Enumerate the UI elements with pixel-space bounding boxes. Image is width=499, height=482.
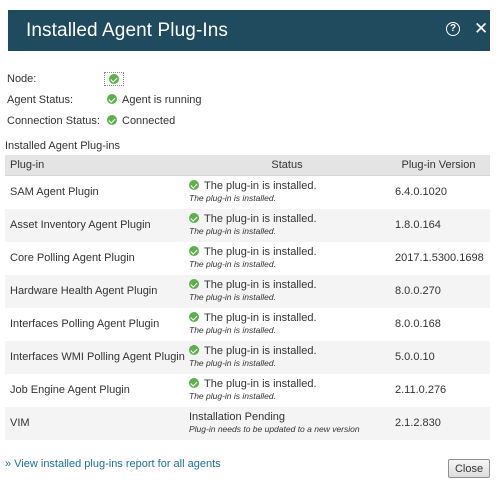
check-icon (189, 378, 199, 388)
status-detail: Plug-in needs to be updated to a new ver… (189, 424, 360, 434)
dialog-titlebar: Installed Agent Plug-Ins ? ✕ (8, 10, 490, 51)
status-text: The plug-in is installed. (204, 378, 317, 390)
status-text: The plug-in is installed. (204, 213, 317, 225)
status-text: The plug-in is installed. (204, 180, 317, 193)
check-icon (189, 213, 199, 223)
close-button[interactable]: Close (448, 459, 490, 478)
plugin-version: 6.4.0.1020 (395, 186, 447, 199)
column-header-status[interactable]: Status (187, 155, 387, 176)
table-row[interactable]: VIM Installation Pending Plug-in needs to … (5, 406, 490, 440)
connection-status-label: Connection Status: (7, 115, 100, 127)
status-line: Installation Pending (189, 411, 387, 424)
table-header-row: Plug-in Status Plug-in Version (5, 155, 490, 176)
table-row[interactable]: Interfaces Polling Agent Plugin The plug-… (5, 308, 490, 341)
status-detail: The plug-in is installed. (189, 259, 276, 269)
plugin-name: Job Engine Agent Plugin (10, 384, 130, 396)
check-icon (189, 246, 199, 256)
node-status-box[interactable] (104, 72, 124, 86)
status-detail: The plug-in is installed. (189, 193, 276, 204)
connection-status-text: Connected (122, 115, 176, 127)
close-icon[interactable]: ✕ (474, 19, 488, 39)
plugin-name: Core Polling Agent Plugin (10, 252, 135, 264)
section-title: Installed Agent Plug-ins (5, 140, 120, 152)
status-line: The plug-in is installed. (189, 246, 387, 259)
plugin-status: The plug-in is installed. The plug-in is … (187, 374, 387, 407)
table-row[interactable]: SAM Agent Plugin The plug-in is installed… (5, 176, 490, 209)
status-text: The plug-in is installed. (204, 246, 317, 258)
plugins-table: Plug-in Status Plug-in Version SAM Agent… (5, 155, 490, 440)
status-detail: The plug-in is installed. (189, 391, 276, 401)
plugin-version: 8.0.0.270 (395, 285, 441, 297)
node-status-icon (109, 74, 119, 84)
plugin-version: 5.0.0.10 (395, 351, 435, 363)
plugin-status: The plug-in is installed. The plug-in is … (187, 341, 387, 374)
status-line: The plug-in is installed. (189, 345, 387, 358)
status-detail: The plug-in is installed. (189, 226, 276, 236)
plugin-version: 1.8.0.164 (395, 219, 441, 231)
table-row[interactable]: Asset Inventory Agent Plugin The plug-in … (5, 208, 490, 242)
table-row[interactable]: Hardware Health Agent Plugin The plug-in … (5, 274, 490, 308)
plugin-status: The plug-in is installed. The plug-in is … (187, 275, 387, 308)
status-line: The plug-in is installed. (189, 279, 387, 292)
plugin-name: VIM (10, 417, 30, 429)
plugin-version: 8.0.0.168 (395, 318, 441, 330)
plugin-status: The plug-in is installed. The plug-in is … (187, 308, 387, 341)
check-icon (189, 345, 199, 355)
status-line: The plug-in is installed. (189, 378, 387, 391)
status-line: The plug-in is installed. (189, 180, 387, 193)
connection-status-value: Connected (107, 115, 175, 127)
plugin-version: 2.1.2.830 (395, 417, 441, 429)
column-header-plugin[interactable]: Plug-in (5, 155, 187, 176)
table-row[interactable]: Core Polling Agent Plugin The plug-in is … (5, 242, 490, 275)
dialog-title: Installed Agent Plug-Ins (26, 20, 229, 41)
status-detail: The plug-in is installed. (189, 325, 276, 335)
status-line: The plug-in is installed. (189, 213, 387, 226)
agent-status-text: Agent is running (122, 94, 202, 106)
plugin-version: 2.11.0.276 (395, 384, 447, 396)
status-text: The plug-in is installed. (204, 345, 317, 357)
table-row[interactable]: Interfaces WMI Polling Agent Plugin The p… (5, 340, 490, 374)
status-detail: The plug-in is installed. (189, 358, 276, 368)
plugin-name: Interfaces WMI Polling Agent Plugin (10, 351, 185, 363)
agent-status-value: Agent is running (107, 94, 202, 106)
node-value[interactable] (104, 72, 124, 87)
check-icon (189, 279, 199, 289)
column-header-version[interactable]: Plug-in Version (387, 155, 490, 176)
agent-status-label: Agent Status: (7, 94, 74, 106)
status-text: Installation Pending (189, 411, 286, 423)
check-icon (107, 115, 117, 125)
status-line: The plug-in is installed. (189, 312, 387, 325)
table-row[interactable]: Job Engine Agent Plugin The plug-in is in… (5, 374, 490, 407)
plugin-name: Interfaces Polling Agent Plugin (10, 318, 160, 330)
status-text: The plug-in is installed. (204, 312, 317, 324)
status-text: The plug-in is installed. (204, 279, 317, 291)
node-label: Node: (7, 73, 37, 85)
check-icon (189, 180, 199, 191)
plugin-name: Hardware Health Agent Plugin (10, 285, 158, 297)
plugin-status: The plug-in is installed. The plug-in is … (187, 209, 387, 242)
check-icon (107, 94, 117, 104)
plugin-status: The plug-in is installed. The plug-in is … (187, 242, 387, 275)
check-icon (189, 312, 199, 322)
help-icon[interactable]: ? (446, 22, 460, 36)
plugin-status: The plug-in is installed. The plug-in is … (187, 176, 387, 209)
plugin-name: Asset Inventory Agent Plugin (10, 219, 151, 231)
plugin-version: 2017.1.5300.1698 (395, 252, 484, 264)
plugin-status: Installation Pending Plug-in needs to be … (187, 407, 387, 440)
view-report-link[interactable]: » View installed plug-ins report for all… (5, 458, 221, 470)
status-detail: The plug-in is installed. (189, 292, 276, 302)
plugin-name: SAM Agent Plugin (10, 186, 99, 199)
